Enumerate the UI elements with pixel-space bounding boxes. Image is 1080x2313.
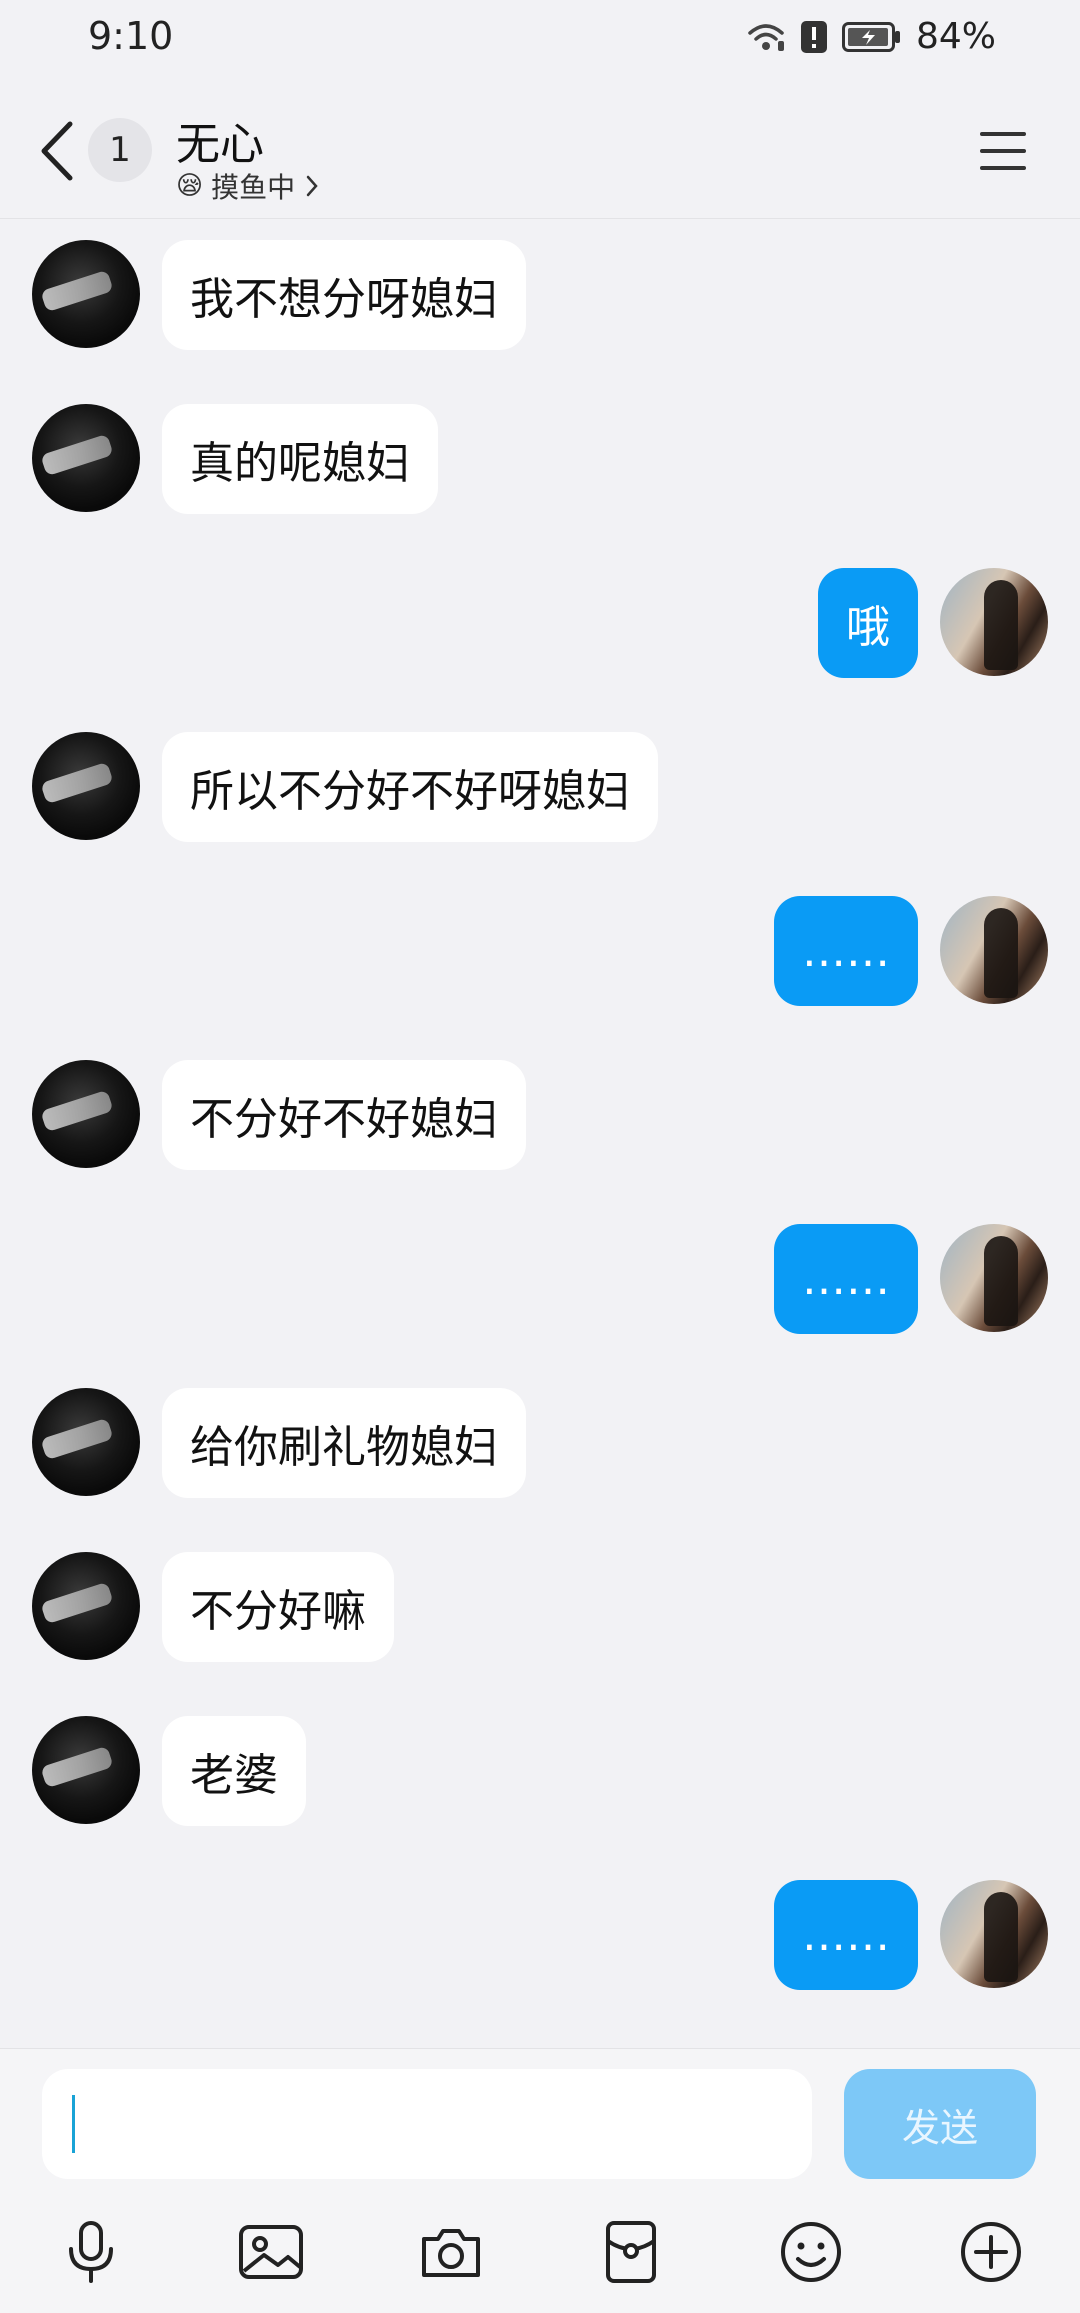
microphone-icon[interactable] (56, 2217, 126, 2287)
battery-percent: 84% (915, 16, 996, 57)
input-toolbar (0, 2199, 1080, 2299)
camera-icon[interactable] (416, 2217, 486, 2287)
incoming-message[interactable]: 所以不分好不好呀媳妇 (162, 732, 658, 842)
status-icons: 84% (746, 16, 996, 57)
contact-avatar[interactable] (32, 1060, 140, 1168)
send-button[interactable]: 发送 (844, 2069, 1036, 2179)
contact-avatar[interactable] (32, 1716, 140, 1824)
message-row: …… (0, 1224, 1080, 1334)
contact-avatar[interactable] (32, 240, 140, 348)
wifi-icon (748, 23, 784, 51)
outgoing-message[interactable]: …… (774, 1880, 918, 1990)
red-packet-icon[interactable] (596, 2217, 666, 2287)
contact-avatar[interactable] (32, 732, 140, 840)
battery-icon (841, 21, 900, 52)
back-arrow-icon[interactable] (34, 116, 84, 186)
contact-avatar[interactable] (32, 404, 140, 512)
incoming-message[interactable]: 不分好嘛 (162, 1552, 394, 1662)
contact-avatar[interactable] (32, 1552, 140, 1660)
contact-avatar[interactable] (32, 1388, 140, 1496)
status-emoji-icon: 😪 (176, 171, 204, 201)
incoming-message[interactable]: 老婆 (162, 1716, 306, 1826)
chevron-right-icon (306, 175, 318, 197)
outgoing-message[interactable]: …… (774, 896, 918, 1006)
message-row: 老婆 (0, 1716, 1080, 1826)
alert-icon (800, 20, 827, 53)
message-row: 不分好嘛 (0, 1552, 1080, 1662)
message-row: …… (0, 896, 1080, 1006)
incoming-message[interactable]: 我不想分呀媳妇 (162, 240, 526, 350)
emoji-icon[interactable] (776, 2217, 846, 2287)
plus-icon[interactable] (956, 2217, 1026, 2287)
menu-icon[interactable] (978, 128, 1028, 174)
incoming-message[interactable]: 真的呢媳妇 (162, 404, 438, 514)
my-avatar[interactable] (940, 568, 1048, 676)
status-text: 摸鱼中 (211, 171, 296, 204)
contact-status[interactable]: 😪 摸鱼中 (176, 166, 321, 206)
status-time: 9:10 (88, 14, 174, 58)
image-icon[interactable] (236, 2217, 306, 2287)
message-input[interactable] (42, 2069, 812, 2179)
incoming-message[interactable]: 不分好不好媳妇 (162, 1060, 526, 1170)
unread-count-badge[interactable]: 1 (88, 118, 152, 182)
my-avatar[interactable] (940, 896, 1048, 1004)
text-caret (72, 2095, 75, 2153)
message-row: 哦 (0, 568, 1080, 678)
outgoing-message[interactable]: 哦 (818, 568, 918, 678)
outgoing-message[interactable]: …… (774, 1224, 918, 1334)
my-avatar[interactable] (940, 1880, 1048, 1988)
message-row: 给你刷礼物媳妇 (0, 1388, 1080, 1498)
incoming-message[interactable]: 给你刷礼物媳妇 (162, 1388, 526, 1498)
status-bar: 9:10 84% (0, 0, 1080, 82)
chat-header: 1 无心 😪 摸鱼中 (0, 82, 1080, 219)
message-row: 不分好不好媳妇 (0, 1060, 1080, 1170)
my-avatar[interactable] (940, 1224, 1048, 1332)
message-row: 真的呢媳妇 (0, 404, 1080, 514)
message-row: 所以不分好不好呀媳妇 (0, 732, 1080, 842)
message-row: 我不想分呀媳妇 (0, 240, 1080, 350)
message-row: …… (0, 1880, 1080, 1990)
message-list[interactable]: 我不想分呀媳妇 真的呢媳妇 哦 所以不分好不好呀媳妇 …… 不分好不好媳妇 ……… (0, 218, 1080, 2048)
contact-name[interactable]: 无心 (176, 108, 264, 172)
input-area: 发送 (0, 2048, 1080, 2313)
